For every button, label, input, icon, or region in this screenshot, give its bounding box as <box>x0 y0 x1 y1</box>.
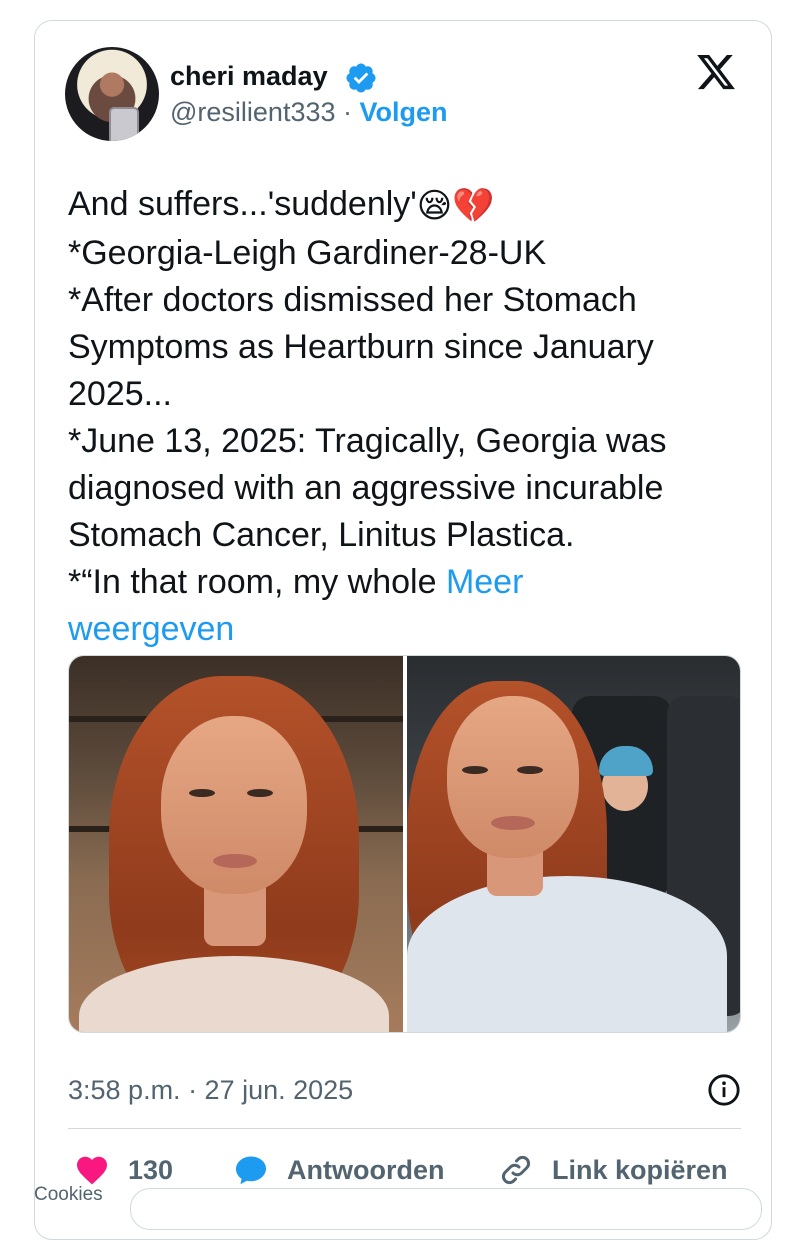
bottom-panel <box>130 1188 762 1230</box>
lip-shape <box>213 854 257 868</box>
show-more-link-continued[interactable]: weergeven <box>68 606 758 653</box>
tweet-line-text: *“In that room, my whole <box>68 562 437 601</box>
tweet-line: *After doctors dismissed her Stomach <box>68 280 637 319</box>
tweet-line: 2025... <box>68 374 172 413</box>
shoulders-shape <box>406 876 727 1032</box>
tweet-timestamp[interactable]: 3:58 p.m. · 27 jun. 2025 <box>68 1075 353 1106</box>
tweet-line: Stomach Cancer, Linitus Plastica. <box>68 515 575 554</box>
tweet-actions: 130 Antwoorden Link kopiëren <box>68 1146 741 1194</box>
handle-separator: · <box>343 97 353 127</box>
tweet-meta-row: 3:58 p.m. · 27 jun. 2025 <box>68 1071 741 1111</box>
copy-link-button[interactable]: Link kopiëren <box>498 1146 728 1194</box>
tweet-line: Symptoms as Heartburn since January <box>68 327 654 366</box>
show-more-link[interactable]: Meer <box>446 563 523 601</box>
avatar[interactable] <box>65 47 159 141</box>
reply-button[interactable]: Antwoorden <box>233 1146 444 1194</box>
eye-shape <box>247 789 273 797</box>
tweet-line: *Georgia-Leigh Gardiner-28-UK <box>68 233 547 272</box>
link-icon <box>502 1156 530 1184</box>
reply-bubble-icon <box>236 1156 266 1185</box>
tweet-line: And suffers...'suddenly'😪💔 <box>68 181 758 230</box>
cookies-link[interactable]: Cookies <box>34 1184 103 1206</box>
lip-shape <box>490 816 535 830</box>
broken-heart-icon: 💔 <box>452 186 495 225</box>
eye-shape <box>189 789 215 797</box>
copy-link-label: Link kopiëren <box>552 1154 728 1185</box>
tweet-line: diagnosed with an aggressive incurable <box>68 468 664 507</box>
verified-badge-icon <box>346 63 376 93</box>
tweet-line: *“In that room, my whole Meer <box>68 559 758 606</box>
tweet-line: *June 13, 2025: Tragically, Georgia was <box>68 421 667 460</box>
avatar-phone <box>109 107 139 141</box>
like-count: 130 <box>128 1154 174 1185</box>
face-shape <box>446 696 579 858</box>
divider <box>68 1128 741 1129</box>
sleepy-face-icon: 😪 <box>416 186 453 225</box>
author-handle-row: @resilient333 · Volgen <box>170 97 448 128</box>
author-display-name[interactable]: cheri maday <box>170 61 328 92</box>
tweet-line-text: And suffers...'suddenly' <box>68 185 417 223</box>
media-photo-left[interactable] <box>69 656 403 1032</box>
tweet-media <box>68 655 741 1033</box>
media-photo-right[interactable] <box>406 656 740 1032</box>
reply-label: Antwoorden <box>287 1154 445 1185</box>
tweet-card: cheri maday @resilient333 · Volgen And s… <box>34 20 772 1240</box>
tweet-text: And suffers...'suddenly'😪💔 *Georgia-Leig… <box>68 181 758 653</box>
info-icon[interactable] <box>707 1073 741 1107</box>
author-handle[interactable]: @resilient333 <box>170 97 336 127</box>
eye-shape <box>461 766 488 774</box>
heart-icon <box>77 1156 107 1185</box>
x-logo-icon[interactable] <box>695 51 737 93</box>
eye-shape <box>516 766 543 774</box>
follow-button[interactable]: Volgen <box>360 97 448 127</box>
